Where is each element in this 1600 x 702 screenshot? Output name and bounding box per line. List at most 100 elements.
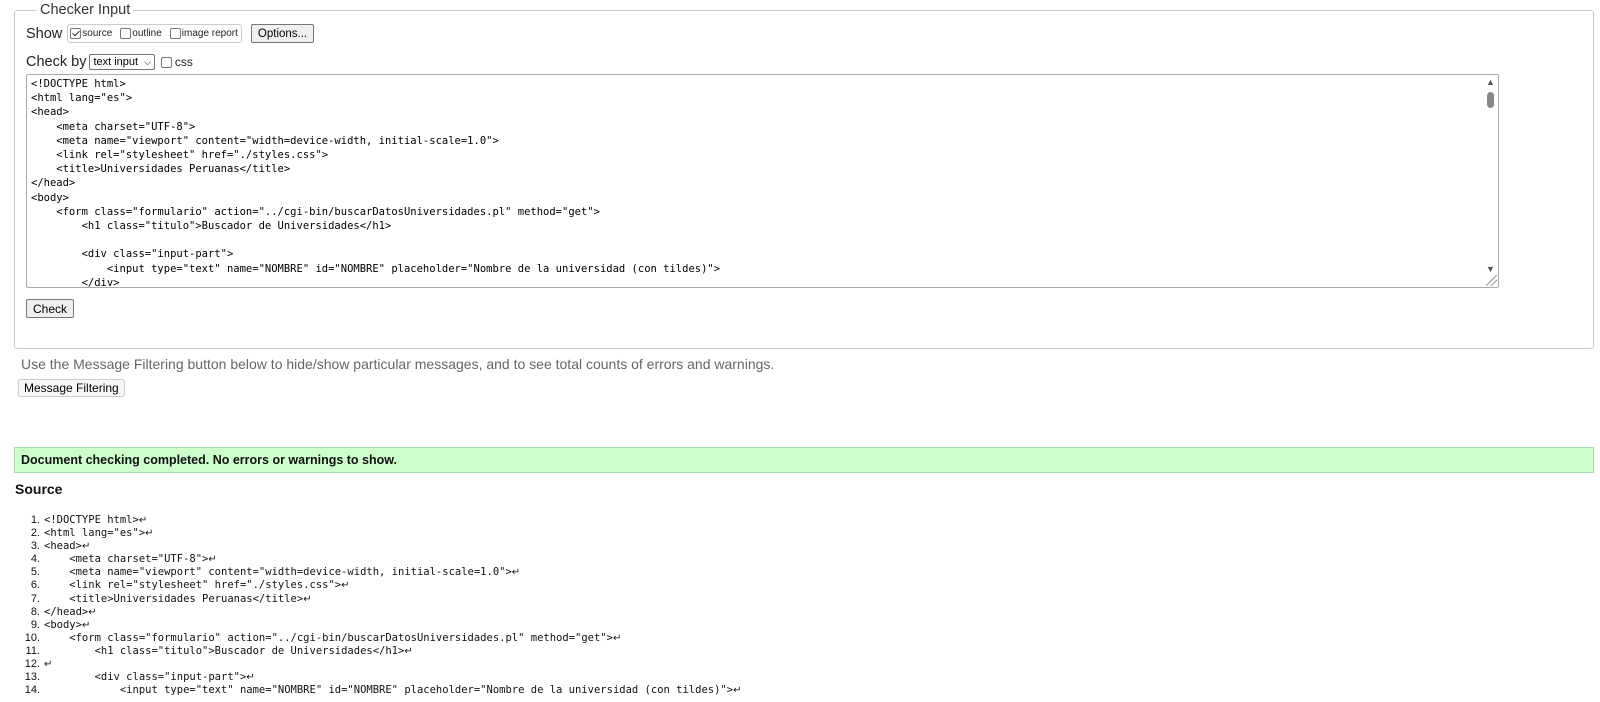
check-button[interactable]: Check <box>26 299 75 318</box>
return-icon: ↵ <box>246 672 255 684</box>
return-icon: ↵ <box>733 685 742 697</box>
return-icon: ↵ <box>511 567 521 579</box>
success-message-bar: Document checking completed. No errors o… <box>14 447 1594 473</box>
source-line-code: <title>Universidades Peruanas</title> <box>44 592 304 605</box>
return-icon: ↵ <box>81 619 91 631</box>
source-line-number: 8. <box>30 605 40 618</box>
textarea-scrollbar[interactable]: ▲ ▼ <box>1483 75 1498 287</box>
source-line: 12. ↵ <box>14 658 741 671</box>
image-report-checkbox[interactable] <box>169 28 181 39</box>
source-line-code: <!DOCTYPE html> <box>44 514 139 526</box>
css-checkbox[interactable] <box>160 56 172 68</box>
source-line: 13. <div class="input-part"> ↵ <box>14 671 741 684</box>
source-line: 11. <h1 class="titulo">Buscador de Unive… <box>14 645 741 658</box>
outline-checkbox[interactable] <box>120 28 132 39</box>
source-line: 9. <body> ↵ <box>14 619 741 632</box>
chevron-down-icon: ⌵ <box>144 56 151 67</box>
source-line-number: 2. <box>30 527 40 540</box>
show-outline-option[interactable]: outline <box>120 28 162 39</box>
textarea-line: <head> <box>31 106 69 119</box>
textarea-line: <h1 class="titulo">Buscador de Universid… <box>31 220 392 233</box>
source-textarea[interactable]: <!DOCTYPE html> <html lang="es"> <head> <m… <box>26 74 1499 288</box>
source-line: 8. </head> ↵ <box>14 606 741 619</box>
source-line: 14. <input type="text" name="NOMBRE" id=… <box>14 684 742 697</box>
css-option[interactable]: css <box>160 55 193 69</box>
source-line-number: 4. <box>30 553 40 566</box>
textarea-content: <!DOCTYPE html> <html lang="es"> <head> <m… <box>31 77 721 288</box>
source-line-number: 5. <box>30 566 40 579</box>
source-line-code: <meta charset="UTF-8"> <box>44 553 209 566</box>
show-source-option[interactable]: source <box>70 28 112 39</box>
textarea-line: <!DOCTYPE html> <box>31 78 126 90</box>
source-line: 4. <meta charset="UTF-8"> ↵ <box>14 553 741 566</box>
message-filtering-info: Use the Message Filtering button below t… <box>21 356 775 372</box>
show-options-row: Show source outline image report Options… <box>26 24 315 43</box>
textarea-line: <meta name="viewport" content="width=dev… <box>31 134 499 147</box>
source-line-number: 7. <box>30 592 40 605</box>
source-line: 5. <meta name="viewport" content="width=… <box>14 566 741 579</box>
source-line-number: 1. <box>30 514 40 526</box>
source-line-code: <meta name="viewport" content="width=dev… <box>44 566 512 579</box>
source-line-number: 11. <box>25 644 40 657</box>
source-line-code: <html lang="es"> <box>44 527 146 540</box>
return-icon: ↵ <box>404 645 413 657</box>
source-line-code: <div class="input-part"> <box>44 671 247 684</box>
return-icon: ↵ <box>612 632 622 644</box>
source-checkbox[interactable] <box>70 28 82 39</box>
source-line-code: <input type="text" name="NOMBRE" id="NOM… <box>44 684 734 697</box>
css-checkbox-label: css <box>174 55 193 69</box>
source-line-number: 9. <box>30 618 40 631</box>
source-line-code: <head> <box>44 540 82 553</box>
return-icon: ↵ <box>145 528 154 540</box>
textarea-line: <link rel="stylesheet" href="./styles.cs… <box>31 149 329 162</box>
source-line-code: </head> <box>44 605 89 618</box>
source-line-code: <link rel="stylesheet" href="./styles.cs… <box>44 579 342 592</box>
return-icon: ↵ <box>138 515 148 526</box>
source-heading: Source <box>15 481 63 497</box>
textarea-line: </div> <box>31 276 120 288</box>
source-line: 10. <form class="formulario" action="../… <box>14 632 741 645</box>
scroll-up-arrow-icon[interactable]: ▲ <box>1486 77 1495 87</box>
return-icon: ↵ <box>208 554 217 566</box>
outline-checkbox-label: outline <box>132 28 162 39</box>
textarea-line: <meta charset="UTF-8"> <box>31 120 196 133</box>
textarea-line: <form class="formulario" action="../cgi-… <box>31 205 600 218</box>
source-listing: 1. <!DOCTYPE html> ↵ 2. <html lang="es"> ↵ 3. <… <box>14 514 742 697</box>
source-checkbox-label: source <box>82 28 113 39</box>
textarea-line: </head> <box>31 177 76 190</box>
options-button[interactable]: Options... <box>250 24 315 43</box>
source-line-code: <form class="formulario" action="../cgi-… <box>44 631 613 644</box>
source-line-number: 12. <box>24 658 40 671</box>
return-icon: ↵ <box>81 541 91 553</box>
show-label: Show <box>26 25 63 42</box>
source-line-number: 10. <box>24 631 40 644</box>
image-report-checkbox-label: image report <box>181 28 238 39</box>
textarea-line: <html lang="es"> <box>31 92 133 105</box>
show-options-group: source outline image report <box>67 24 242 43</box>
check-by-label: Check by <box>26 54 87 70</box>
return-icon: ↵ <box>44 659 53 671</box>
textarea-line: <title>Universidades Peruanas</title> <box>31 163 291 176</box>
show-image-report-option[interactable]: image report <box>169 28 238 39</box>
source-line-number: 3. <box>30 540 40 553</box>
source-line: 6. <link rel="stylesheet" href="./styles… <box>14 579 741 592</box>
check-by-select[interactable]: text input ⌵ <box>89 54 155 70</box>
textarea-line: <input type="text" name="NOMBRE" id="NOM… <box>31 262 721 275</box>
check-by-select-value: text input <box>93 56 139 68</box>
textarea-line: <body> <box>31 191 69 204</box>
source-line: 2. <html lang="es"> ↵ <box>14 527 741 540</box>
textarea-line <box>31 233 720 247</box>
message-filtering-button[interactable]: Message Filtering <box>18 379 125 397</box>
scroll-thumb[interactable] <box>1487 92 1494 108</box>
source-line-number: 6. <box>30 579 40 592</box>
validator-page: Checker Input Show source outline image … <box>0 0 1600 702</box>
check-by-row: Check by text input ⌵ css <box>26 54 193 70</box>
return-icon: ↵ <box>303 593 312 605</box>
source-line-code: <h1 class="titulo">Buscador de Universid… <box>44 644 405 657</box>
source-line: 1. <!DOCTYPE html> ↵ <box>14 514 741 527</box>
source-line-code: <body> <box>44 618 82 631</box>
scroll-down-arrow-icon[interactable]: ▼ <box>1486 264 1495 274</box>
source-line: 7. <title>Universidades Peruanas</title>… <box>14 593 741 606</box>
resize-grip-icon[interactable] <box>1486 275 1497 286</box>
fieldset-legend: Checker Input <box>37 2 134 18</box>
